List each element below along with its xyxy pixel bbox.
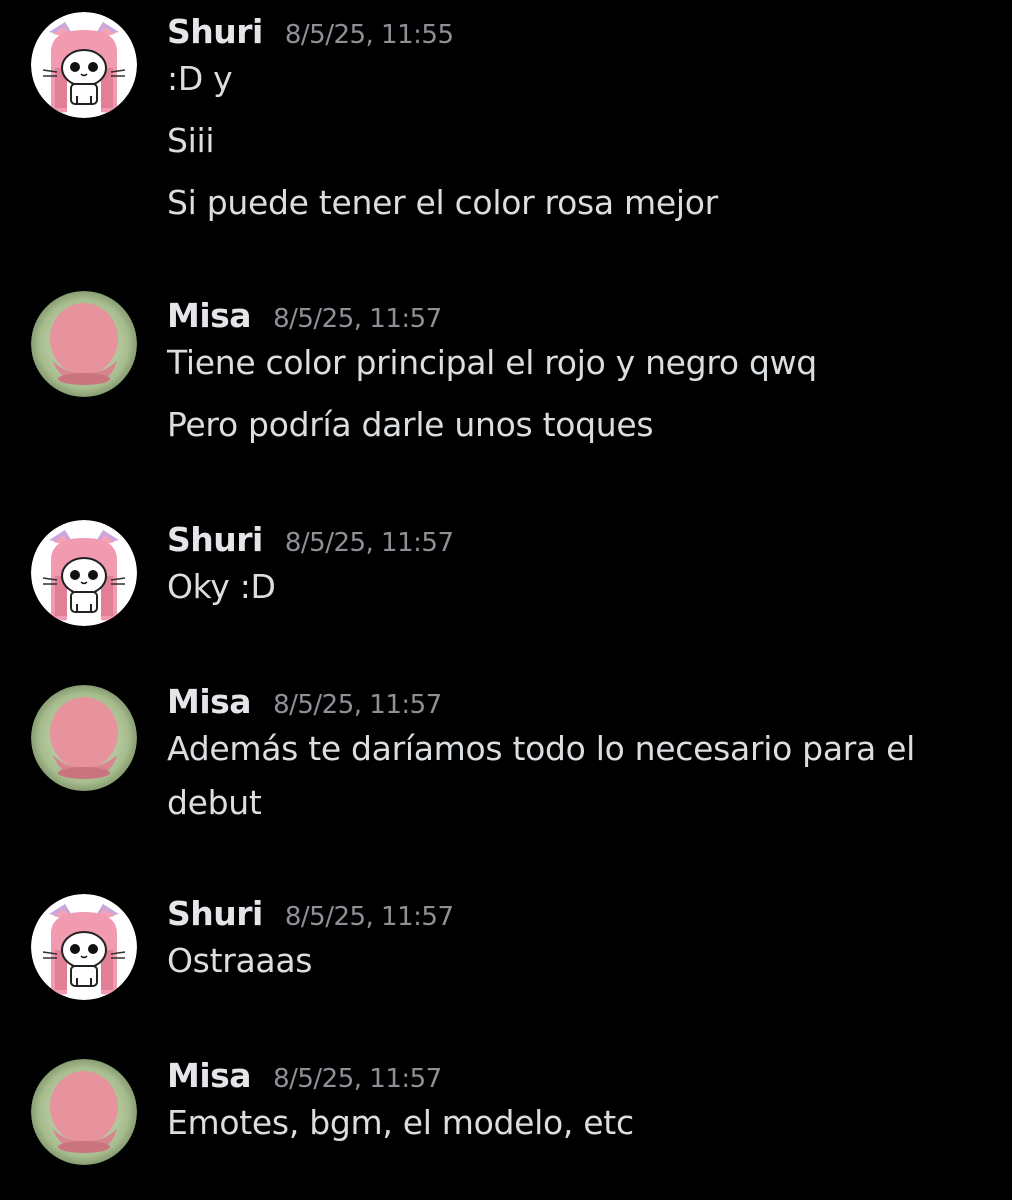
message-header: Shuri 8/5/25, 11:57	[167, 894, 992, 934]
message-header: Misa 8/5/25, 11:57	[167, 296, 992, 336]
pink-cat-avatar-icon[interactable]	[31, 12, 137, 118]
message-text: Ostraaas	[167, 941, 313, 980]
message-text: Si puede tener el color rosa mejor	[167, 183, 718, 222]
message-text: Pero podría darle unos toques	[167, 405, 654, 444]
timestamp: 8/5/25, 11:57	[284, 528, 454, 558]
message-header: Shuri 8/5/25, 11:55	[167, 12, 992, 52]
message-header: Misa 8/5/25, 11:57	[167, 1056, 992, 1096]
chat-messages: Shuri 8/5/25, 11:55 :D y Siii Si puede te…	[0, 0, 1012, 1200]
message-content: Shuri 8/5/25, 11:55 :D y Siii Si puede te…	[167, 12, 992, 230]
username[interactable]: Misa	[167, 1056, 252, 1095]
username[interactable]: Misa	[167, 296, 252, 335]
username[interactable]: Misa	[167, 682, 252, 721]
timestamp: 8/5/25, 11:57	[273, 304, 442, 334]
message-text: Emotes, bgm, el modelo, etc	[167, 1103, 634, 1142]
timestamp: 8/5/25, 11:55	[284, 20, 454, 50]
message-header: Misa 8/5/25, 11:57	[167, 682, 992, 722]
message-content: Shuri 8/5/25, 11:57 Oky :D	[167, 520, 992, 614]
pink-blob-avatar-icon[interactable]	[31, 1059, 137, 1165]
pink-blob-avatar-icon[interactable]	[31, 685, 137, 791]
message-text: debut	[167, 783, 262, 822]
message-text: :D y	[167, 59, 233, 98]
message-content: Misa 8/5/25, 11:57 Además te daríamos tod…	[167, 682, 992, 830]
message-content: Shuri 8/5/25, 11:57 Ostraaas	[167, 894, 992, 988]
message-content: Misa 8/5/25, 11:57 Tiene color principal …	[167, 296, 992, 452]
timestamp: 8/5/25, 11:57	[273, 1064, 442, 1094]
pink-cat-avatar-icon[interactable]	[31, 894, 137, 1000]
message-text: Oky :D	[167, 567, 276, 606]
pink-cat-avatar-icon[interactable]	[31, 520, 137, 626]
message-content: Misa 8/5/25, 11:57 Emotes, bgm, el modelo…	[167, 1056, 992, 1150]
timestamp: 8/5/25, 11:57	[284, 902, 454, 932]
username[interactable]: Shuri	[167, 894, 263, 933]
message-text: Además te daríamos todo lo necesario par…	[167, 729, 915, 768]
pink-blob-avatar-icon[interactable]	[31, 291, 137, 397]
message-header: Shuri 8/5/25, 11:57	[167, 520, 992, 560]
message-text: Tiene color principal el rojo y negro qw…	[167, 343, 817, 382]
username[interactable]: Shuri	[167, 12, 263, 51]
username[interactable]: Shuri	[167, 520, 263, 559]
timestamp: 8/5/25, 11:57	[273, 690, 442, 720]
message-text: Siii	[167, 121, 215, 160]
